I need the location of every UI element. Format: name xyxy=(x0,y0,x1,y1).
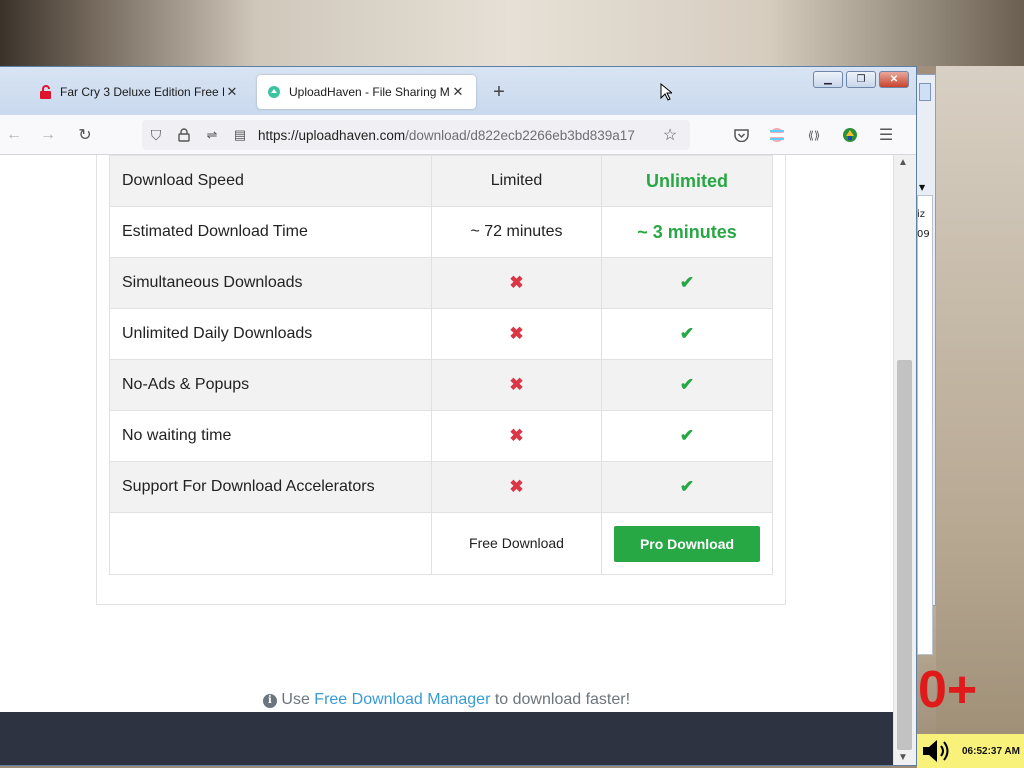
back-arrow-icon[interactable]: ← xyxy=(4,125,24,145)
check-icon: ✔ xyxy=(679,375,695,394)
tab-far-cry[interactable]: Far Cry 3 Deluxe Edition Free Do ✕ xyxy=(28,75,250,109)
free-value: Limited xyxy=(431,155,602,207)
check-icon: ✔ xyxy=(679,273,695,292)
pro-download-button[interactable]: Pro Download xyxy=(614,525,760,562)
cross-icon: ✖ xyxy=(509,426,524,445)
bookmark-star-icon[interactable]: ☆ xyxy=(660,125,680,145)
background-window[interactable]: ▼ iz 09 xyxy=(914,74,936,655)
table-row: No-Ads & Popups ✖ ✔ xyxy=(109,359,773,411)
new-tab-plus-icon[interactable]: + xyxy=(488,81,510,103)
scroll-up-icon[interactable]: ▲ xyxy=(898,157,908,168)
feature-name: No waiting time xyxy=(109,410,432,462)
reader-view-icon[interactable]: ▤ xyxy=(230,125,250,145)
pro-value: ~ 3 minutes xyxy=(601,206,773,258)
free-download-manager-link[interactable]: Free Download Manager xyxy=(314,691,490,708)
check-icon: ✔ xyxy=(679,426,695,445)
free-value: ~ 72 minutes xyxy=(431,206,602,258)
browser-window: Far Cry 3 Deluxe Edition Free Do ✕ Uploa… xyxy=(0,66,917,766)
feature-name: Support For Download Accelerators xyxy=(109,461,432,513)
table-row-actions: Free Download Pro Download xyxy=(109,512,773,575)
uploadhaven-logo-icon xyxy=(267,85,281,99)
tab-label: Far Cry 3 Deluxe Edition Free Do xyxy=(60,85,224,99)
cross-icon: ✖ xyxy=(509,273,524,292)
feature-name: Unlimited Daily Downloads xyxy=(109,308,432,360)
background-window-text: iz xyxy=(917,209,926,220)
dropdown-arrow-icon[interactable]: ▼ xyxy=(919,183,925,192)
menu-hamburger-icon[interactable]: ☰ xyxy=(876,125,896,145)
feature-name: Download Speed xyxy=(109,155,432,207)
close-icon[interactable]: ✕ xyxy=(224,84,240,100)
table-row: Download Speed Limited Unlimited xyxy=(109,155,773,207)
desktop-background-top xyxy=(0,0,1024,66)
plan-comparison-table: Download Speed Limited Unlimited Estimat… xyxy=(109,155,773,575)
close-window-button[interactable]: ✕ xyxy=(879,71,909,88)
cross-icon: ✖ xyxy=(509,375,524,394)
tip-suffix: to download faster! xyxy=(494,691,631,708)
close-icon[interactable]: ✕ xyxy=(450,84,466,100)
check-icon: ✔ xyxy=(679,477,695,496)
background-window-body xyxy=(917,195,933,655)
window-controls: ▁ ❐ ✕ xyxy=(813,71,909,88)
desktop-red-graphic: 0+ xyxy=(918,661,978,719)
table-row: Simultaneous Downloads ✖ ✔ xyxy=(109,257,773,309)
reload-icon[interactable]: ↻ xyxy=(75,125,95,145)
mouse-cursor-icon xyxy=(660,83,672,101)
audio-extension-icon[interactable]: ⟪⟫ xyxy=(804,125,824,145)
clock-time[interactable]: 06:52:37 AM xyxy=(962,746,1020,757)
tab-strip: Far Cry 3 Deluxe Edition Free Do ✕ Uploa… xyxy=(0,67,916,115)
table-row: No waiting time ✖ ✔ xyxy=(109,410,773,462)
cross-icon: ✖ xyxy=(509,324,524,343)
lock-open-icon xyxy=(38,85,52,99)
table-row: Support For Download Accelerators ✖ ✔ xyxy=(109,461,773,513)
taskbar-clock-area: 06:52:37 AM xyxy=(917,734,1024,768)
table-row: Estimated Download Time ~ 72 minutes ~ 3… xyxy=(109,206,773,258)
scroll-down-icon[interactable]: ▼ xyxy=(898,752,908,763)
speaker-volume-icon[interactable] xyxy=(921,737,951,765)
address-bar[interactable]: ⛉ ⇌ ▤ https://uploadhaven.com/download/d… xyxy=(142,120,690,150)
background-window-button[interactable] xyxy=(919,83,931,101)
navigation-toolbar: ← → ↻ ⛉ ⇌ ▤ https://uploadhaven.com/down… xyxy=(0,115,916,155)
permissions-icon[interactable]: ⇌ xyxy=(202,125,222,145)
shield-icon[interactable]: ⛉ xyxy=(146,125,166,145)
tab-label: UploadHaven - File Sharing Ma xyxy=(289,85,450,99)
pro-value: Unlimited xyxy=(601,155,773,207)
table-row: Unlimited Daily Downloads ✖ ✔ xyxy=(109,308,773,360)
page-footer xyxy=(0,712,893,765)
info-icon: i xyxy=(262,694,277,708)
pocket-icon[interactable] xyxy=(731,125,751,145)
feature-name: Estimated Download Time xyxy=(109,206,432,258)
tab-uploadhaven[interactable]: UploadHaven - File Sharing Ma ✕ xyxy=(257,75,476,109)
lock-icon[interactable] xyxy=(174,125,194,145)
url-text[interactable]: https://uploadhaven.com/download/d822ecb… xyxy=(258,128,653,143)
url-domain: https://uploadhaven.com xyxy=(258,128,406,143)
tip-prefix: Use xyxy=(281,691,310,708)
free-download-button[interactable]: Free Download xyxy=(469,535,564,551)
feature-name: Simultaneous Downloads xyxy=(109,257,432,309)
feature-name: No-Ads & Popups xyxy=(109,359,432,411)
page-content: Download Speed Limited Unlimited Estimat… xyxy=(0,155,893,765)
cross-icon: ✖ xyxy=(509,477,524,496)
url-path: /download/d822ecb2266eb3bd839a17 xyxy=(405,128,635,143)
check-icon: ✔ xyxy=(679,324,695,343)
download-manager-tip: i Use Free Download Manager to download … xyxy=(0,691,893,709)
minimize-button[interactable]: ▁ xyxy=(813,71,843,88)
desktop-background-right xyxy=(936,66,1024,734)
background-window-text: 09 xyxy=(917,229,930,240)
restore-button[interactable]: ❐ xyxy=(846,71,876,88)
page-scrollbar[interactable]: ▲ ▼ xyxy=(893,155,915,765)
extension-flag-icon[interactable] xyxy=(767,125,787,145)
scrollbar-thumb[interactable] xyxy=(897,360,912,750)
forward-arrow-icon[interactable]: → xyxy=(38,125,58,145)
idm-extension-icon[interactable] xyxy=(840,125,860,145)
